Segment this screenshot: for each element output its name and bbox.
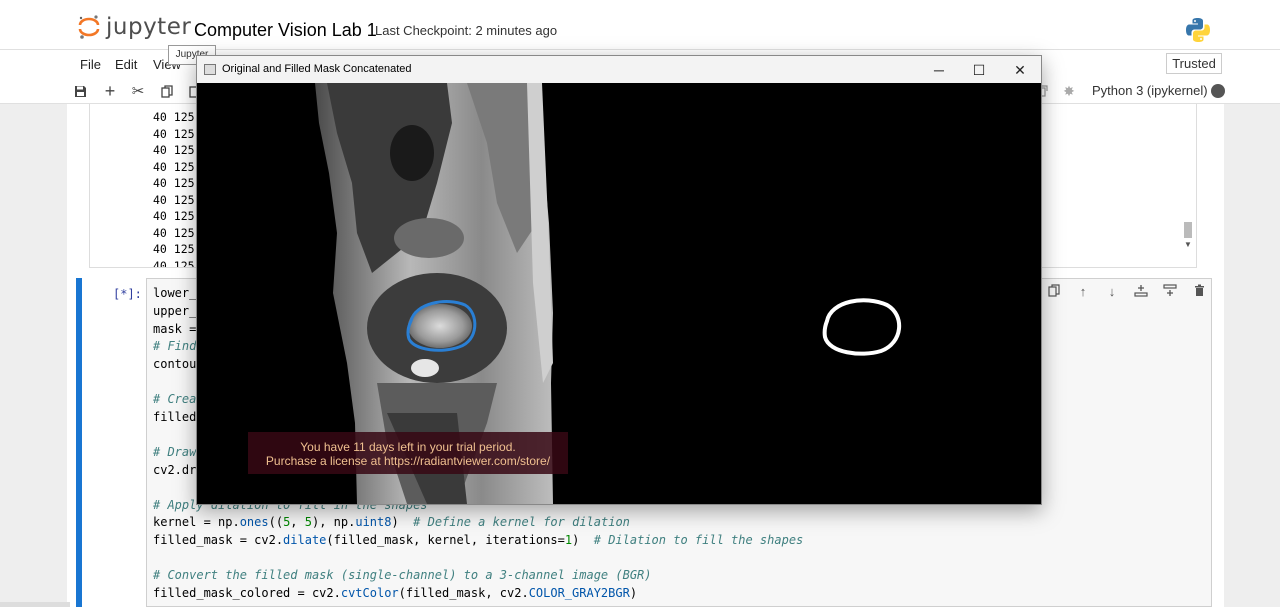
- output-line: 40 125: [153, 176, 195, 190]
- code-token: ones: [239, 515, 269, 529]
- code-line: upper_: [153, 304, 197, 318]
- kernel-status-indicator: [1211, 84, 1225, 98]
- menu-edit[interactable]: Edit: [115, 57, 137, 72]
- menu-file[interactable]: File: [80, 57, 101, 72]
- code-token: ((: [268, 515, 284, 529]
- copy-icon[interactable]: [158, 82, 176, 100]
- trial-license-link[interactable]: Purchase a license at https://radiantvie…: [248, 454, 568, 468]
- code-token: uint8: [355, 515, 392, 529]
- insert-above-icon[interactable]: [1162, 284, 1178, 300]
- jupyter-logo[interactable]: jupyter: [78, 14, 191, 40]
- code-token: cvtColor: [340, 586, 399, 600]
- code-line: lower_: [153, 286, 197, 300]
- bottom-scroll-strip: [0, 602, 70, 607]
- code-token: 1: [564, 533, 573, 547]
- add-icon[interactable]: +: [101, 81, 119, 101]
- code-token: ): [391, 515, 414, 529]
- code-line: mask =: [153, 322, 197, 336]
- output-line: 40 125: [153, 143, 195, 157]
- code-token: ), np.: [311, 515, 356, 529]
- delete-cell-icon[interactable]: [1191, 284, 1207, 300]
- concatenated-image: You have 11 days left in your trial peri…: [197, 83, 1041, 504]
- move-down-icon[interactable]: ↓: [1104, 284, 1120, 300]
- code-token: filled_mask = cv2.: [153, 533, 284, 547]
- output-line: 40 125: [153, 242, 195, 256]
- cut-icon[interactable]: ✂: [129, 82, 147, 100]
- output-scrollbar[interactable]: ▼: [1181, 104, 1195, 266]
- python-logo-icon: [1184, 16, 1212, 49]
- code-token: ): [572, 533, 594, 547]
- insert-below-icon[interactable]: [1133, 284, 1149, 300]
- jupyter-logo-icon: [78, 14, 100, 40]
- output-scrollbar-thumb[interactable]: [1184, 222, 1192, 238]
- output-line: 40 125: [153, 192, 195, 207]
- code-token: (filled_mask, kernel, iterations=: [326, 533, 565, 547]
- notebook-title[interactable]: Computer Vision Lab 1: [194, 20, 377, 41]
- code-line-dilate: filled_mask = cv2.dilate(filled_mask, ke…: [153, 533, 803, 547]
- code-token: ): [629, 586, 638, 600]
- code-token: # Define a kernel for dilation: [413, 515, 630, 529]
- cell-toolbar: ↑ ↓: [1046, 284, 1207, 302]
- jupyter-notebook-app: jupyter Computer Vision Lab 1 Last Check…: [0, 0, 1280, 607]
- image-viewer-window[interactable]: Original and Filled Mask Concatenated ─ …: [196, 55, 1042, 505]
- code-token: ,: [290, 515, 305, 529]
- save-icon[interactable]: [71, 82, 89, 100]
- window-titlebar[interactable]: Original and Filled Mask Concatenated ─ …: [197, 56, 1041, 83]
- code-line-kernel: kernel = np.ones((5, 5), np.uint8) # Def…: [153, 515, 630, 529]
- close-button[interactable]: ✕: [1005, 60, 1035, 80]
- trial-message: You have 11 days left in your trial peri…: [300, 440, 516, 454]
- kernel-name[interactable]: Python 3 (ipykernel): [1092, 83, 1208, 98]
- code-line-cvtcolor: filled_mask_colored = cv2.cvtColor(fille…: [153, 586, 637, 600]
- window-app-icon: [204, 64, 216, 75]
- output-line: 40 125: [153, 126, 195, 141]
- trusted-badge[interactable]: Trusted: [1166, 53, 1222, 74]
- code-token: 5: [304, 515, 312, 529]
- code-token: kernel = np.: [153, 515, 240, 529]
- jupyter-logo-text: jupyter: [106, 14, 192, 40]
- move-up-icon[interactable]: ↑: [1075, 284, 1091, 300]
- code-token: (filled_mask, cv2.: [398, 586, 529, 600]
- output-line: 40 125: [153, 209, 195, 223]
- code-token: COLOR_GRAY2BGR: [528, 586, 630, 600]
- code-line-convert-comment: # Convert the filled mask (single-channe…: [153, 568, 652, 582]
- code-token: filled_mask_colored = cv2.: [153, 586, 341, 600]
- duplicate-cell-icon[interactable]: [1046, 284, 1062, 300]
- window-title: Original and Filled Mask Concatenated: [222, 63, 412, 75]
- code-line: # Find: [153, 339, 197, 353]
- cell-prompt: [*]:: [113, 287, 142, 301]
- scroll-down-arrow-icon[interactable]: ▼: [1184, 240, 1192, 249]
- trial-banner[interactable]: You have 11 days left in your trial peri…: [248, 432, 568, 474]
- code-token: # Dilation to fill the shapes: [593, 533, 804, 547]
- active-cell-indicator: [76, 278, 82, 607]
- header: jupyter Computer Vision Lab 1 Last Check…: [0, 0, 1280, 50]
- code-line: # Draw: [153, 445, 197, 459]
- checkpoint-status: Last Checkpoint: 2 minutes ago: [375, 23, 558, 38]
- output-line: 40 125: [153, 110, 195, 124]
- code-token: dilate: [283, 533, 327, 547]
- code-line: # Crea: [153, 392, 197, 406]
- output-line: 40 125: [153, 258, 195, 268]
- output-line: 40 125: [153, 159, 195, 174]
- maximize-button[interactable]: ☐: [964, 60, 994, 80]
- minimize-button[interactable]: ─: [924, 60, 954, 80]
- output-line: 40 125: [153, 225, 195, 240]
- settings-gear-icon[interactable]: ✸: [1060, 82, 1078, 100]
